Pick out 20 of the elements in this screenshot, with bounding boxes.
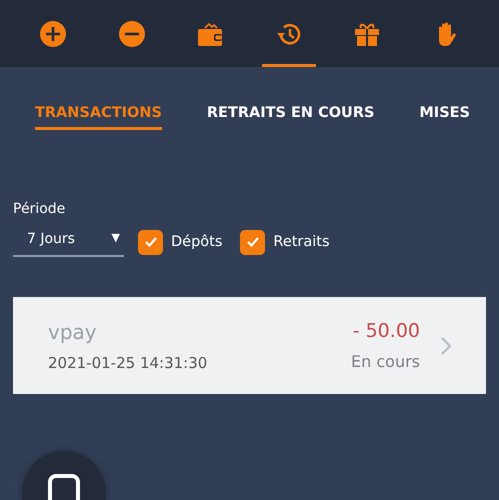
checkbox-label: Dépôts <box>171 234 222 250</box>
checkbox-label: Retraits <box>273 234 330 250</box>
checkmark-icon <box>246 236 260 248</box>
section-tab[interactable]: TRANSACTIONS <box>35 105 162 130</box>
checkmark-icon <box>144 236 158 248</box>
transaction-status: En cours <box>351 352 420 371</box>
period-label: Période <box>13 201 66 217</box>
period-dropdown[interactable]: 7 Jours ▼ <box>13 227 124 257</box>
chevron-right-icon <box>440 336 452 356</box>
transaction-amount: - 50.00 <box>352 320 420 342</box>
section-tab[interactable]: MISES <box>419 105 470 130</box>
checkbox[interactable] <box>240 230 266 254</box>
section-tab[interactable]: RETRAITS EN COURS <box>206 105 374 130</box>
plus-circle-icon <box>40 20 66 46</box>
checkbox[interactable] <box>138 230 163 254</box>
payment-method: vpay <box>48 320 97 344</box>
transaction-date: 2021-01-25 14:31:30 <box>48 354 208 372</box>
wallet-icon <box>197 20 224 46</box>
minus-circle-icon <box>118 20 145 46</box>
transaction-card[interactable]: vpay 2021-01-25 14:31:30 - 50.00 En cours <box>13 297 486 394</box>
